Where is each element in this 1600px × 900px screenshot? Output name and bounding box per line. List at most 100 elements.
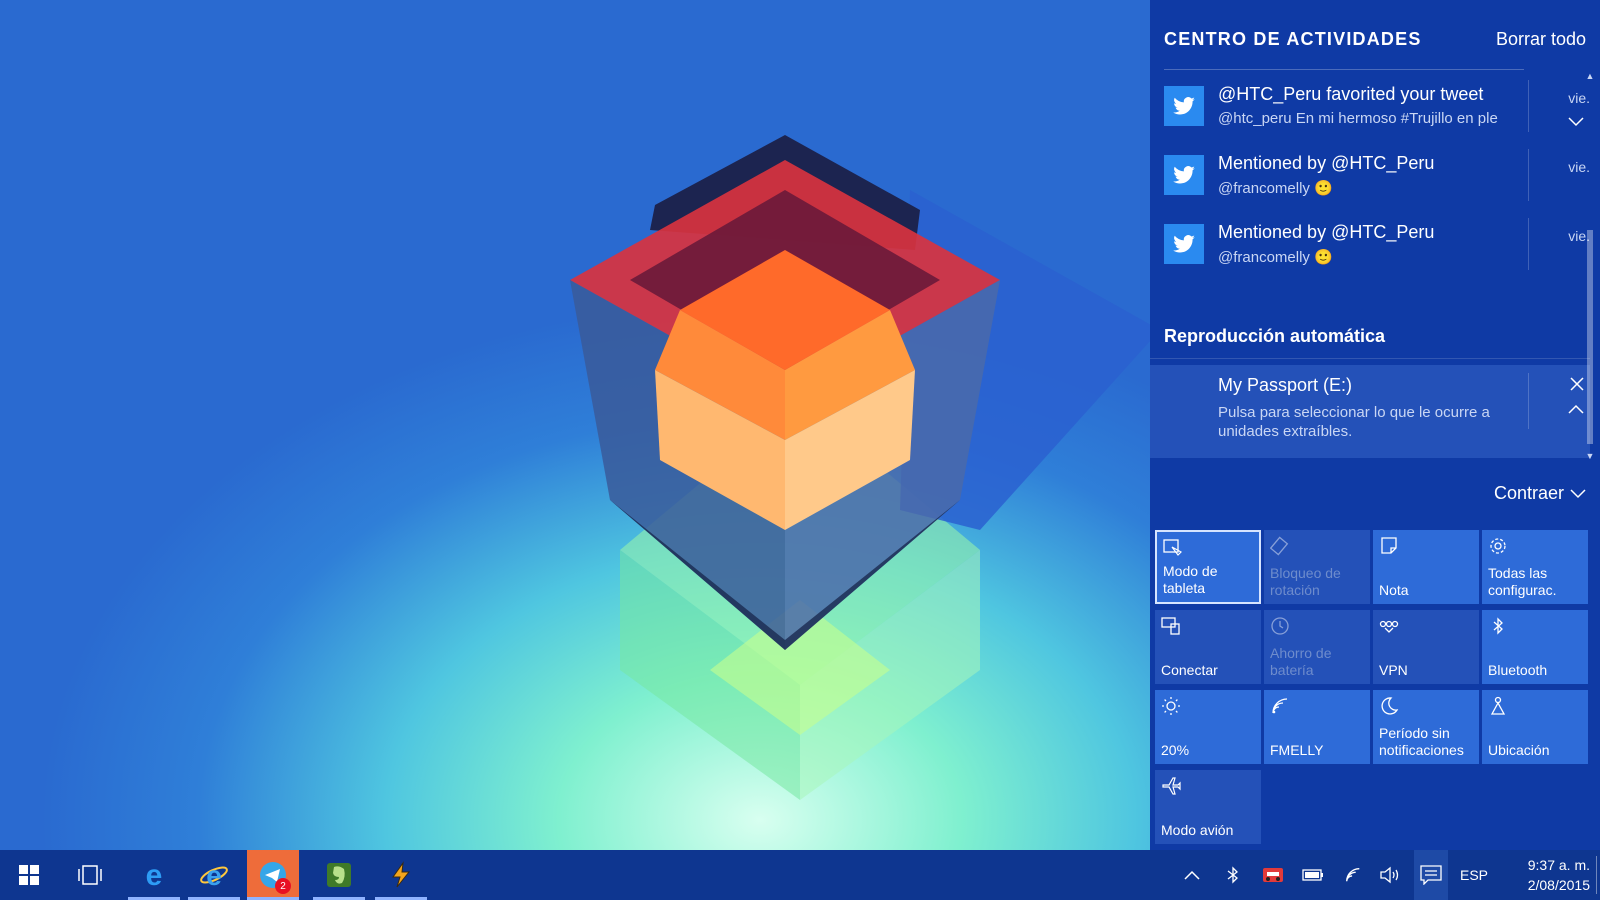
notification-divider: [1528, 373, 1529, 429]
section-divider: [1150, 358, 1590, 359]
quick-action-label: Nota: [1379, 582, 1409, 598]
quick-action-label: Bloqueo de rotación: [1270, 565, 1341, 598]
quick-action-vpn[interactable]: VPN: [1373, 610, 1479, 684]
taskbar-app-evernote[interactable]: [313, 850, 365, 900]
tray-volume[interactable]: [1378, 850, 1404, 900]
quick-action-location[interactable]: Ubicación: [1482, 690, 1588, 764]
quick-action-label: Modo avión: [1161, 822, 1234, 838]
clear-all-button[interactable]: Borrar todo: [1496, 29, 1586, 50]
quick-action-tablet-mode[interactable]: Modo de tableta: [1155, 530, 1261, 604]
autoplay-body: Pulsa para seleccionar lo que le ocurre …: [1218, 404, 1490, 440]
quick-action-note[interactable]: Nota: [1373, 530, 1479, 604]
twitter-icon: [1164, 224, 1204, 264]
bluetooth-icon: [1227, 866, 1238, 884]
scroll-down-arrow-icon[interactable]: ▼: [1584, 450, 1596, 462]
collapse-label: Contraer: [1493, 483, 1564, 503]
quick-action-label: Todas las configurac.: [1488, 565, 1557, 598]
notification-title: Mentioned by @HTC_Peru: [1218, 153, 1435, 173]
tray-app-icon[interactable]: [1260, 850, 1286, 900]
taskbar-clock[interactable]: 9:37 a. m. 2/08/2015: [1528, 855, 1590, 895]
taskbar-app-edge[interactable]: e: [128, 850, 180, 900]
autoplay-section-header: Reproducción automática: [1164, 326, 1386, 346]
notification-divider: [1528, 149, 1529, 201]
notification-body: @francomelly 🙂: [1218, 249, 1333, 266]
twitter-icon: [1164, 86, 1204, 126]
notification-item[interactable]: Mentioned by @HTC_Peru @francomelly 🙂 vi…: [1150, 214, 1590, 280]
notification-body: @htc_peru En mi hermoso #Trujillo en ple: [1218, 110, 1498, 127]
action-center-title: CENTRO DE ACTIVIDADES: [1164, 28, 1422, 49]
battery-saver-icon: [1271, 617, 1289, 635]
notification-item[interactable]: Mentioned by @HTC_Peru @francomelly 🙂 vi…: [1150, 145, 1590, 211]
action-center-button[interactable]: [1414, 850, 1448, 900]
tray-battery[interactable]: [1300, 850, 1326, 900]
scroll-up-arrow-icon[interactable]: ▲: [1584, 70, 1596, 82]
quick-action-airplane-mode[interactable]: Modo avión: [1155, 770, 1261, 844]
quick-action-all-settings[interactable]: Todas las configurac.: [1482, 530, 1588, 604]
quick-action-quiet-hours[interactable]: Período sin notificaciones: [1373, 690, 1479, 764]
quick-action-battery-saver[interactable]: Ahorro de batería: [1264, 610, 1370, 684]
chevron-down-icon[interactable]: [1568, 114, 1584, 130]
chevron-up-icon[interactable]: [1568, 401, 1584, 417]
connect-icon: [1161, 617, 1180, 635]
notification-scrollbar[interactable]: ▲ ▼: [1584, 70, 1596, 462]
note-icon: [1381, 537, 1397, 554]
notification-divider: [1528, 80, 1529, 132]
quick-action-bluetooth[interactable]: Bluetooth: [1482, 610, 1588, 684]
windows-logo-icon: [19, 865, 39, 885]
collapse-button[interactable]: Contraer: [1494, 483, 1586, 504]
battery-icon: [1302, 869, 1323, 881]
unread-count-badge: 2: [275, 878, 291, 894]
notification-center-icon: [1420, 865, 1442, 885]
clock-time: 9:37 a. m.: [1527, 857, 1590, 873]
clock-date: 2/08/2015: [1527, 877, 1590, 893]
winamp-icon: [392, 861, 411, 888]
autoplay-title: My Passport (E:): [1218, 375, 1353, 395]
quick-action-label: Modo de tableta: [1163, 563, 1218, 596]
quiet-hours-moon-icon: [1381, 697, 1399, 715]
chevron-up-icon: [1184, 870, 1200, 880]
notification-title: @HTC_Peru favorited your tweet: [1218, 84, 1484, 104]
vpn-icon: [1379, 620, 1399, 633]
wifi-icon: [1272, 698, 1288, 714]
scroll-thumb[interactable]: [1587, 230, 1593, 444]
quick-action-label: Ahorro de batería: [1270, 645, 1332, 678]
quick-action-brightness[interactable]: 20%: [1155, 690, 1261, 764]
airplane-icon: [1162, 777, 1181, 795]
wifi-icon: [1346, 868, 1360, 882]
notification-divider: [1528, 218, 1529, 270]
evernote-icon: [327, 863, 351, 887]
svg-text:e: e: [206, 860, 222, 890]
notification-title: Mentioned by @HTC_Peru: [1218, 222, 1435, 242]
notification-body: @francomelly 🙂: [1218, 180, 1333, 197]
input-language-indicator[interactable]: ESP: [1460, 850, 1488, 900]
internet-explorer-icon: e: [200, 860, 228, 890]
quick-action-label: Período sin notificaciones: [1379, 725, 1464, 758]
start-button[interactable]: [0, 850, 58, 900]
tray-wifi[interactable]: [1340, 850, 1366, 900]
tablet-mode-icon: [1163, 539, 1182, 556]
taskbar-app-telegram[interactable]: 2: [247, 850, 299, 900]
quick-action-label: 20%: [1161, 742, 1190, 758]
bluetooth-icon: [1493, 617, 1503, 635]
show-desktop-button[interactable]: [1596, 856, 1597, 894]
quick-action-label: VPN: [1379, 662, 1408, 678]
taskbar-app-winamp[interactable]: [375, 850, 427, 900]
notification-item[interactable]: @HTC_Peru favorited your tweet @htc_peru…: [1150, 76, 1590, 142]
show-hidden-icons-button[interactable]: [1180, 850, 1204, 900]
quick-action-wifi[interactable]: FMELLY: [1264, 690, 1370, 764]
rotation-lock-icon: [1270, 536, 1289, 556]
quick-action-label: Ubicación: [1488, 742, 1550, 758]
close-icon[interactable]: [1570, 377, 1584, 396]
autoplay-notification[interactable]: My Passport (E:) Pulsa para seleccionar …: [1150, 365, 1590, 458]
quick-action-label: Conectar: [1161, 662, 1218, 678]
quick-action-connect[interactable]: Conectar: [1155, 610, 1261, 684]
edge-icon: e: [146, 861, 163, 889]
brightness-icon: [1162, 697, 1180, 715]
tray-bluetooth[interactable]: [1222, 850, 1244, 900]
taskbar: e e 2 ESP 9:37 a. m. 2/08/2015: [0, 850, 1600, 900]
task-view-button[interactable]: [62, 850, 118, 900]
twitter-icon: [1164, 155, 1204, 195]
notification-list[interactable]: @HTC_Peru favorited your tweet @htc_peru…: [1150, 62, 1590, 458]
taskbar-app-internet-explorer[interactable]: e: [188, 850, 240, 900]
quick-action-rotation-lock[interactable]: Bloqueo de rotación: [1264, 530, 1370, 604]
